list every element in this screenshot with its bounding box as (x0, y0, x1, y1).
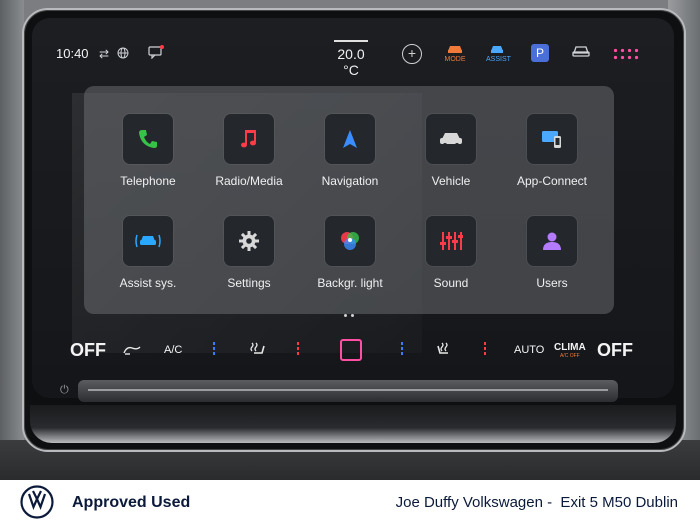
app-label: Users (536, 276, 568, 290)
app-navigation[interactable]: Navigation (302, 114, 398, 194)
app-assist-systems[interactable]: Assist sys. (100, 216, 196, 296)
assist-label: ASSIST (486, 56, 511, 63)
car-icon (426, 114, 476, 164)
slider-track (88, 389, 608, 391)
message-icon[interactable] (148, 45, 164, 60)
rgb-circles-icon (325, 216, 375, 266)
right-heat-indicator (484, 342, 486, 356)
app-menu-panel: Telephone Radio/Media Navigation Vehicle… (84, 86, 614, 317)
left-cold-indicator (213, 342, 215, 356)
app-label: Backgr. light (317, 276, 383, 290)
car-status-icon[interactable] (570, 44, 592, 66)
navigation-arrow-icon (325, 114, 375, 164)
clima-sub-label: A/C OFF (559, 353, 580, 359)
page-indicator[interactable] (342, 304, 356, 322)
vw-logo-icon (20, 485, 54, 519)
approved-used-label: Approved Used (72, 494, 191, 511)
music-note-icon (224, 114, 274, 164)
clock: 10:40 (56, 46, 89, 61)
app-label: App-Connect (516, 174, 588, 188)
clima-label: CLIMA (554, 342, 586, 353)
temperature-value: 20.0 °C (337, 46, 365, 78)
app-connect-icon (527, 114, 577, 164)
app-radio-media[interactable]: Radio/Media (201, 114, 297, 194)
add-button[interactable]: + (402, 44, 422, 64)
clima-button[interactable]: CLIMA A/C OFF (554, 342, 586, 359)
app-sound[interactable]: Sound (403, 216, 499, 296)
climate-menu-button[interactable] (340, 339, 362, 361)
bezel-rim (30, 405, 676, 443)
gear-icon (224, 216, 274, 266)
mode-label: MODE (444, 56, 466, 63)
left-seat-heat-icon[interactable] (248, 340, 266, 363)
dealer-name-label: Joe Duffy Volkswagen - Exit 5 M50 Dublin (395, 494, 678, 511)
ac-button[interactable]: A/C (164, 344, 182, 356)
globe-icon[interactable] (116, 47, 130, 61)
assist-car-icon (123, 216, 173, 266)
app-telephone[interactable]: Telephone (100, 114, 196, 194)
auto-button[interactable]: AUTO (514, 344, 544, 356)
temperature-display[interactable]: 20.0 °C (328, 40, 374, 78)
user-icon (527, 216, 577, 266)
right-cold-indicator (401, 342, 403, 356)
phone-icon (123, 114, 173, 164)
park-assist-button[interactable]: P (531, 44, 549, 62)
app-label: Radio/Media (215, 174, 283, 188)
power-icon[interactable]: ⏻ (60, 384, 69, 397)
app-label: Telephone (120, 174, 176, 188)
assist-button[interactable]: ASSIST (486, 42, 511, 64)
connection-icon[interactable]: ⇄ (97, 47, 111, 61)
park-label: P (535, 46, 544, 60)
photo-background-left (0, 0, 24, 480)
app-label: Navigation (321, 174, 379, 188)
app-app-connect[interactable]: App-Connect (504, 114, 600, 194)
volume-temperature-slider-strip[interactable] (78, 380, 618, 402)
left-heat-indicator (297, 342, 299, 356)
app-label: Vehicle (431, 174, 471, 188)
app-users[interactable]: Users (504, 216, 600, 296)
air-recirculation-icon[interactable] (122, 343, 142, 361)
app-grid-icon[interactable] (612, 47, 640, 63)
app-label: Settings (227, 276, 271, 290)
app-label: Sound (433, 276, 469, 290)
sliders-icon (426, 216, 476, 266)
app-settings[interactable]: Settings (201, 216, 297, 296)
drive-mode-button[interactable]: MODE (444, 42, 466, 64)
app-label: Assist sys. (119, 276, 177, 290)
left-climate-off-button[interactable]: OFF (70, 340, 106, 361)
app-background-light[interactable]: Backgr. light (302, 216, 398, 296)
app-vehicle[interactable]: Vehicle (403, 114, 499, 194)
right-climate-off-button[interactable]: OFF (597, 340, 633, 361)
right-seat-heat-icon[interactable] (436, 340, 454, 363)
